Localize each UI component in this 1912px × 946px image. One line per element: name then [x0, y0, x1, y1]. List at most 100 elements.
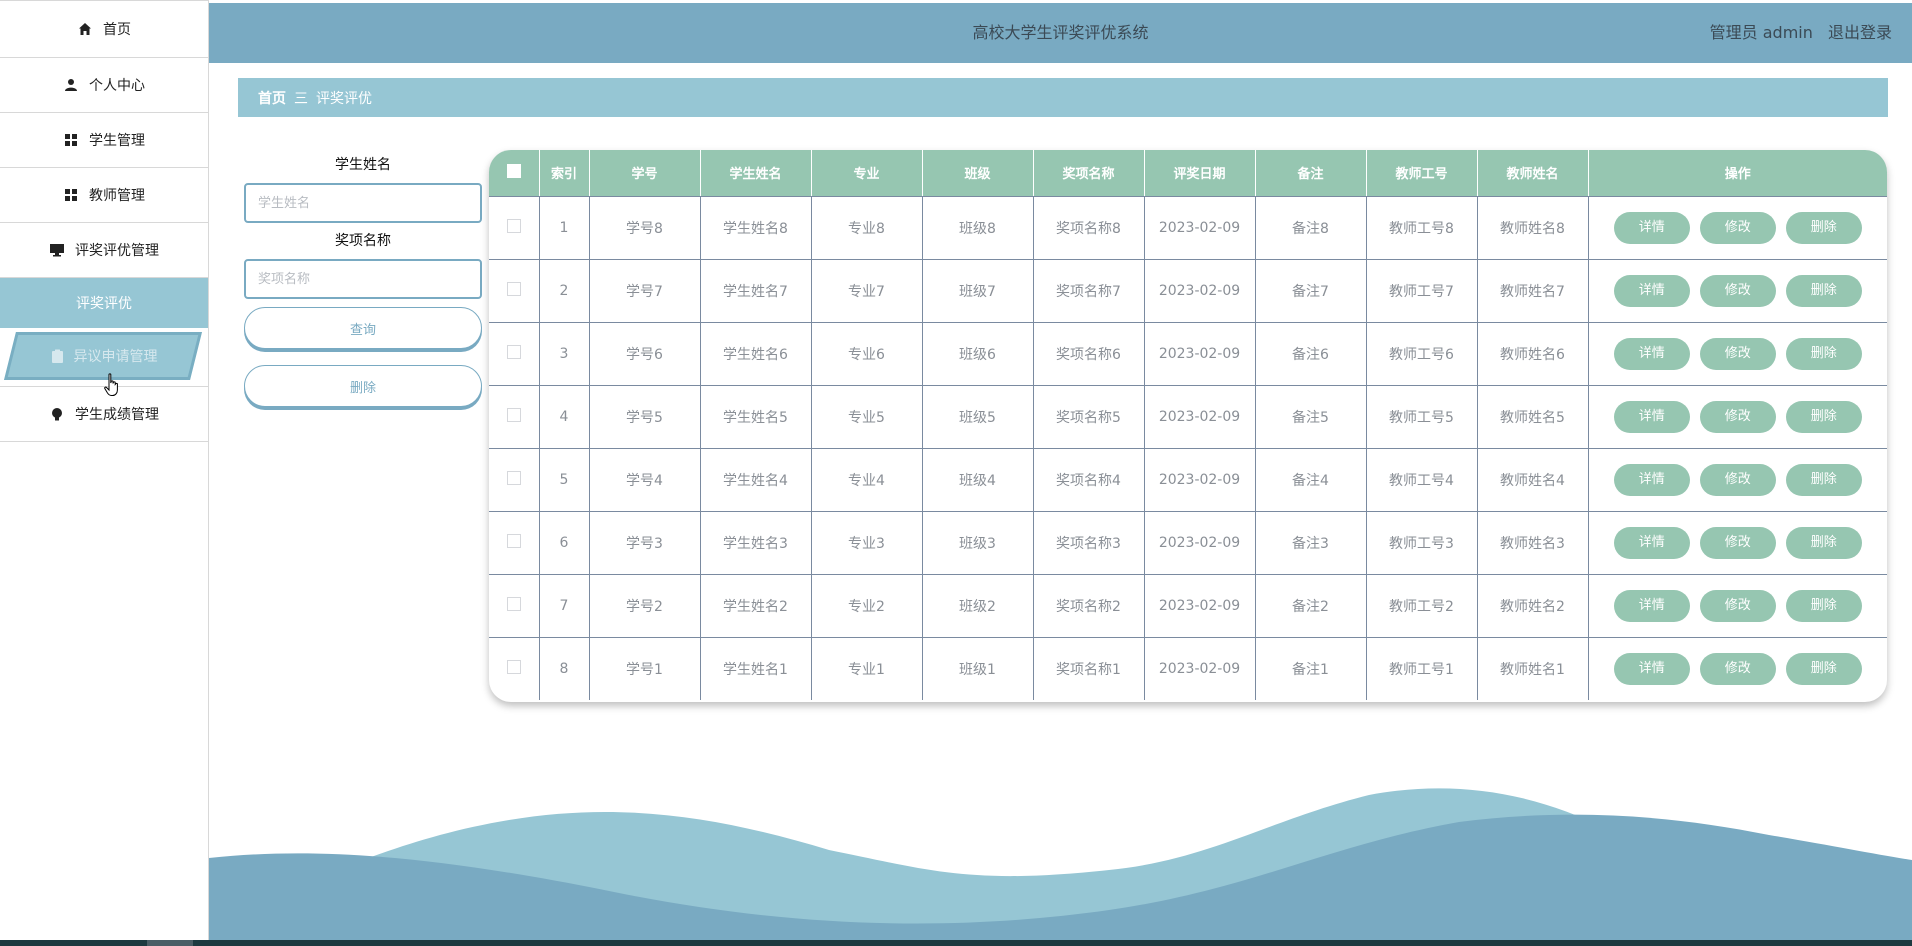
detail-button[interactable]: 详情 — [1613, 211, 1690, 244]
row-checkbox[interactable] — [506, 659, 521, 674]
row-select-cell[interactable] — [489, 259, 540, 323]
sidebar-item-teachers[interactable]: 教师管理 — [0, 168, 208, 223]
column-header: 教师工号 — [1366, 150, 1478, 197]
bulb-icon — [49, 406, 65, 422]
detail-button[interactable]: 详情 — [1613, 526, 1690, 559]
delete-button[interactable]: 删除 — [1785, 463, 1862, 496]
row-select-cell[interactable] — [489, 574, 540, 638]
edit-button[interactable]: 修改 — [1699, 211, 1776, 244]
sidebar-item-students[interactable]: 学生管理 — [0, 113, 208, 168]
edit-button[interactable]: 修改 — [1699, 274, 1776, 307]
table-cell: 备注8 — [1255, 196, 1367, 260]
row-select-cell[interactable] — [489, 196, 540, 260]
row-checkbox[interactable] — [506, 596, 521, 611]
table-cell: 教师姓名7 — [1477, 259, 1589, 323]
row-actions: 详情 修改 删除 — [1588, 322, 1887, 386]
row-checkbox[interactable] — [506, 407, 521, 422]
row-select-cell[interactable] — [489, 511, 540, 575]
batch-delete-button[interactable]: 删除 — [244, 365, 482, 407]
row-checkbox[interactable] — [506, 470, 521, 485]
delete-button[interactable]: 删除 — [1785, 274, 1862, 307]
sidebar-item-profile[interactable]: 个人中心 — [0, 58, 208, 113]
table-cell: 班级8 — [922, 196, 1034, 260]
sidebar-item-awards[interactable]: 评奖评优 — [0, 278, 208, 328]
table-cell: 班级6 — [922, 322, 1034, 386]
sidebar-item-label: 首页 — [103, 22, 131, 38]
clipboard-icon — [51, 349, 64, 364]
student-name-input[interactable] — [244, 183, 482, 223]
edit-button[interactable]: 修改 — [1699, 526, 1776, 559]
table-cell: 1 — [539, 196, 590, 260]
home-icon — [77, 21, 93, 37]
select-all-checkbox[interactable] — [506, 163, 521, 178]
query-button[interactable]: 查询 — [244, 307, 482, 349]
row-checkbox[interactable] — [506, 533, 521, 548]
award-name-label: 奖项名称 — [335, 233, 391, 249]
table-cell: 专业3 — [811, 511, 923, 575]
row-checkbox[interactable] — [506, 344, 521, 359]
detail-button[interactable]: 详情 — [1613, 652, 1690, 685]
logout-link[interactable]: 退出登录 — [1828, 23, 1892, 42]
column-header: 奖项名称 — [1033, 150, 1145, 197]
detail-button[interactable]: 详情 — [1613, 337, 1690, 370]
delete-button[interactable]: 删除 — [1785, 400, 1862, 433]
sidebar-item-label: 教师管理 — [89, 188, 145, 204]
table-cell: 学生姓名8 — [700, 196, 812, 260]
delete-button[interactable]: 删除 — [1785, 589, 1862, 622]
breadcrumb-home[interactable]: 首页 — [258, 88, 286, 108]
edit-button[interactable]: 修改 — [1699, 652, 1776, 685]
edit-button[interactable]: 修改 — [1699, 400, 1776, 433]
awards-table: 索引 学号 学生姓名 专业 班级 奖项名称 评奖日期 备注 教师工号 教师姓名 … — [489, 150, 1887, 702]
row-actions: 详情 修改 删除 — [1588, 637, 1887, 700]
breadcrumb-separator: 三 — [294, 90, 308, 107]
edit-button[interactable]: 修改 — [1699, 463, 1776, 496]
delete-button[interactable]: 删除 — [1785, 652, 1862, 685]
table-cell: 教师姓名1 — [1477, 637, 1589, 700]
student-name-label: 学生姓名 — [335, 157, 391, 173]
table-row: 1 学号8 学生姓名8 专业8 班级8 奖项名称8 2023-02-09 备注8 教师工号8 教师… — [489, 196, 1887, 260]
row-select-cell[interactable] — [489, 448, 540, 512]
sidebar-item-home[interactable]: 首页 — [0, 0, 208, 58]
table-row: 5 学号4 学生姓名4 专业4 班级4 奖项名称4 2023-02-09 备注4 教师工号4 教师… — [489, 448, 1887, 512]
breadcrumb-current: 评奖评优 — [316, 90, 372, 107]
table-cell: 教师工号8 — [1366, 196, 1478, 260]
row-checkbox[interactable] — [506, 281, 521, 296]
table-cell: 教师姓名6 — [1477, 322, 1589, 386]
table-row: 2 学号7 学生姓名7 专业7 班级7 奖项名称7 2023-02-09 备注7 教师工号7 教师… — [489, 259, 1887, 323]
delete-button[interactable]: 删除 — [1785, 211, 1862, 244]
award-name-input[interactable] — [244, 259, 482, 299]
top-header: 高校大学生评奖评优系统 管理员 admin 退出登录 — [209, 3, 1912, 63]
delete-button[interactable]: 删除 — [1785, 337, 1862, 370]
table-cell: 教师姓名3 — [1477, 511, 1589, 575]
user-icon — [63, 77, 79, 93]
table-cell: 学生姓名3 — [700, 511, 812, 575]
table-row: 7 学号2 学生姓名2 专业2 班级2 奖项名称2 2023-02-09 备注2 教师工号2 教师… — [489, 574, 1887, 638]
edit-button[interactable]: 修改 — [1699, 589, 1776, 622]
detail-button[interactable]: 详情 — [1613, 400, 1690, 433]
sidebar-item-award-management[interactable]: 评奖评优管理 — [0, 223, 208, 278]
row-select-cell[interactable] — [489, 637, 540, 700]
detail-button[interactable]: 详情 — [1613, 589, 1690, 622]
table-cell: 班级2 — [922, 574, 1034, 638]
row-select-cell[interactable] — [489, 385, 540, 449]
detail-button[interactable]: 详情 — [1613, 463, 1690, 496]
select-all-header[interactable] — [489, 150, 540, 197]
app-title: 高校大学生评奖评优系统 — [972, 23, 1149, 42]
table-cell: 2023-02-09 — [1144, 448, 1256, 512]
row-select-cell[interactable] — [489, 322, 540, 386]
row-actions: 详情 修改 删除 — [1588, 385, 1887, 449]
table-cell: 教师工号5 — [1366, 385, 1478, 449]
table-cell: 2023-02-09 — [1144, 511, 1256, 575]
sidebar-item-label: 学生管理 — [89, 133, 145, 149]
edit-button[interactable]: 修改 — [1699, 337, 1776, 370]
table-cell: 专业6 — [811, 322, 923, 386]
row-checkbox[interactable] — [506, 218, 521, 233]
search-panel: 学生姓名 奖项名称 查询 删除 — [244, 155, 482, 407]
table-cell: 奖项名称4 — [1033, 448, 1145, 512]
delete-button[interactable]: 删除 — [1785, 526, 1862, 559]
column-header: 操作 — [1588, 150, 1887, 197]
column-header: 教师姓名 — [1477, 150, 1589, 197]
table-cell: 学号3 — [589, 511, 701, 575]
table-cell: 教师姓名5 — [1477, 385, 1589, 449]
detail-button[interactable]: 详情 — [1613, 274, 1690, 307]
